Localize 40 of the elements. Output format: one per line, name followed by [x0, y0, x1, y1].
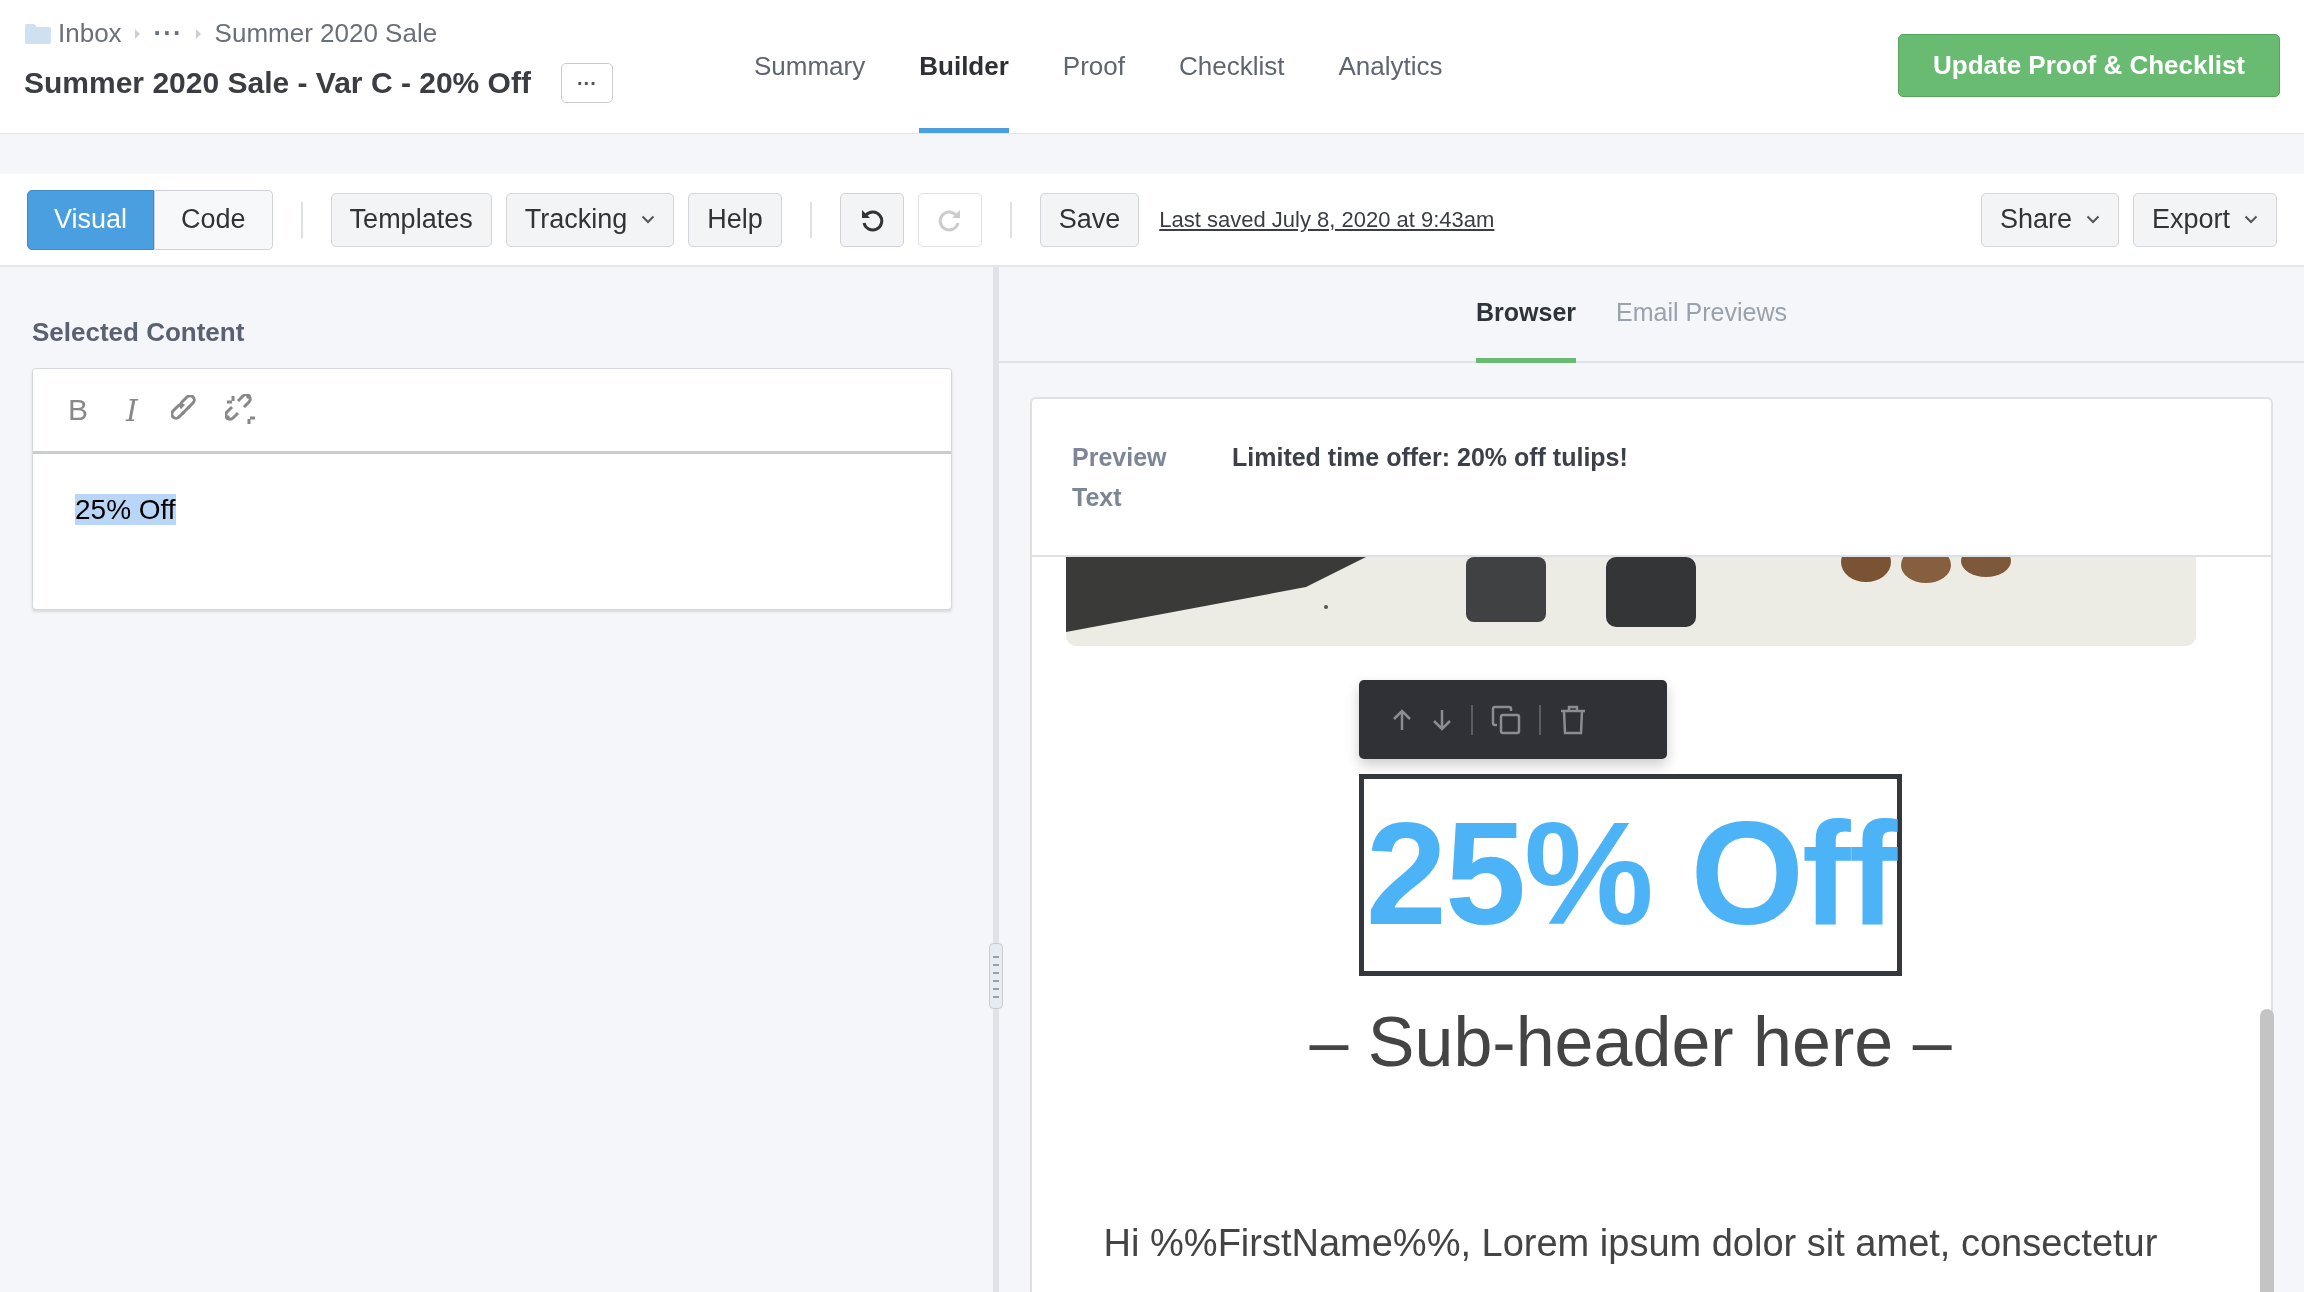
toolbar-button[interactable]: Share: [1980, 192, 2119, 247]
scrollbar[interactable]: [2260, 1009, 2274, 1292]
chevron-icon: [133, 27, 142, 40]
caret-icon: [2085, 215, 2100, 224]
breadcrumb-link[interactable]: Inbox: [24, 18, 122, 49]
subheader: – Sub-header here –: [1309, 1002, 1952, 1082]
resize-handle[interactable]: [989, 943, 1003, 1009]
trash-icon[interactable]: [1558, 704, 1587, 735]
more-button[interactable]: ···: [560, 63, 613, 103]
nav-tab[interactable]: Analytics: [1338, 0, 1443, 133]
caret-icon: [2244, 215, 2258, 224]
toolbar-button[interactable]: Templates: [330, 192, 492, 247]
toolbar-button[interactable]: Export: [2132, 192, 2277, 247]
nav-tab[interactable]: Checklist: [1179, 0, 1285, 133]
preview-text: Limited time offer: 20% off tulips!: [1232, 442, 1628, 473]
save-button[interactable]: Save: [1039, 192, 1140, 247]
last-saved-link[interactable]: Last saved July 8, 2020 at 9:43am: [1159, 206, 1495, 233]
editor-text[interactable]: 25% Off: [75, 494, 176, 525]
caret-icon: [641, 215, 656, 224]
copy-icon[interactable]: [1490, 704, 1521, 735]
bold-button[interactable]: B: [63, 393, 93, 427]
italic-button[interactable]: I: [117, 392, 147, 428]
chevron-icon: [194, 27, 203, 40]
nav-tab[interactable]: Proof: [1062, 0, 1125, 133]
toolbar-button[interactable]: Help: [688, 192, 782, 247]
field-label: Preview Text: [1072, 442, 1168, 513]
nav-tab[interactable]: Summary: [754, 0, 866, 133]
page-title: Summer 2020 Sale - Var C - 20% Off: [24, 66, 531, 100]
arrow-down-icon[interactable]: [1430, 707, 1453, 732]
toolbar-button[interactable]: Tracking: [505, 192, 675, 247]
nav-tab[interactable]: Builder: [919, 0, 1009, 133]
folder-icon: [24, 22, 52, 45]
unlink-icon[interactable]: [225, 394, 257, 426]
section-heading: Selected Content: [32, 317, 246, 348]
preview-tab[interactable]: Browser: [1476, 267, 1577, 363]
mode-tab[interactable]: Code: [154, 189, 273, 250]
undo-button[interactable]: [839, 192, 904, 247]
body-text: Hi %%FirstName%%, Lorem ipsum dolor sit amet, consectetur: [1103, 1222, 2158, 1265]
breadcrumb-more[interactable]: ···: [153, 18, 183, 49]
breadcrumb-link[interactable]: Summer 2020 Sale: [214, 18, 438, 49]
